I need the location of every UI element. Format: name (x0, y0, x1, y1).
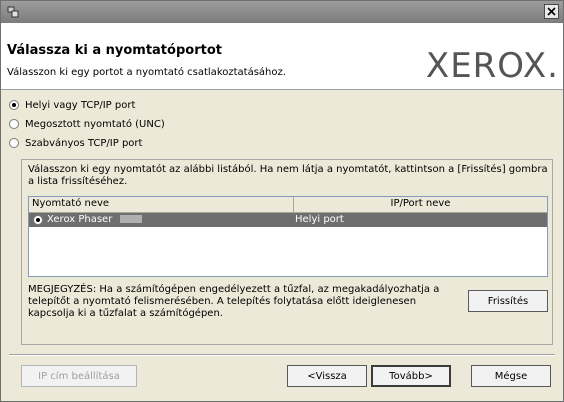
page-title: Válassza ki a nyomtatóportot (7, 43, 222, 58)
port-option-label: Szabványos TCP/IP port (25, 137, 143, 149)
table-row[interactable]: Xerox Phaser Helyi port (29, 213, 547, 227)
radio-button[interactable] (9, 138, 19, 148)
printer-selection-group: Válasszon ki egy nyomtatót az alábbi lis… (21, 159, 553, 345)
list-header: Nyomtató neve IP/Port neve (29, 197, 547, 213)
port-name-cell: Helyi port (295, 214, 344, 225)
redacted-model (120, 215, 143, 223)
page-subtitle: Válasszon ki egy portot a nyomtató csatl… (7, 67, 286, 78)
close-button[interactable] (544, 4, 559, 19)
row-radio-button[interactable] (33, 215, 43, 225)
app-icon (7, 6, 19, 18)
close-icon (547, 7, 556, 16)
ip-settings-button[interactable]: IP cím beállítása (21, 365, 137, 387)
port-option-unc[interactable]: Megosztott nyomtató (UNC) (9, 117, 165, 131)
xerox-logo: XEROX. (425, 46, 559, 86)
port-option-local[interactable]: Helyi vagy TCP/IP port (9, 98, 135, 112)
printer-list[interactable]: Nyomtató neve IP/Port neve Xerox Phaser … (28, 196, 548, 277)
next-button[interactable]: Tovább> (371, 365, 451, 387)
port-option-label: Helyi vagy TCP/IP port (25, 99, 136, 111)
footer-divider (9, 354, 555, 356)
column-header-printer-name[interactable]: Nyomtató neve (32, 198, 109, 209)
instruction-text: Válasszon ki egy nyomtatót az alábbi lis… (28, 164, 548, 187)
radio-button[interactable] (9, 119, 19, 129)
wizard-header: Válassza ki a nyomtatóportot Válasszon k… (1, 23, 563, 90)
refresh-button[interactable]: Frissítés (468, 290, 548, 312)
firewall-note: MEGJEGYZÉS: Ha a számítógépen engedélyez… (28, 284, 440, 319)
radio-button[interactable] (9, 100, 19, 110)
title-bar (1, 1, 563, 23)
printer-name-cell: Xerox Phaser (47, 214, 143, 225)
port-option-standard-tcpip[interactable]: Szabványos TCP/IP port (9, 136, 142, 150)
port-option-label: Megosztott nyomtató (UNC) (25, 118, 165, 130)
cancel-button[interactable]: Mégse (471, 365, 551, 387)
back-button[interactable]: <Vissza (287, 365, 367, 387)
column-header-ip-port[interactable]: IP/Port neve (294, 198, 547, 209)
installer-window: Válassza ki a nyomtatóportot Válasszon k… (0, 0, 564, 402)
